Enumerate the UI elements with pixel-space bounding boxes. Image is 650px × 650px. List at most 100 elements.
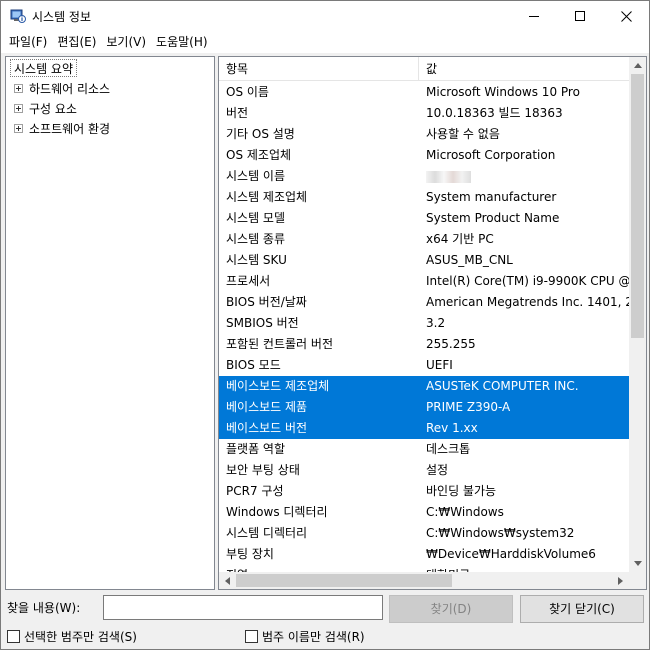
table-row[interactable]: 프로세서 Intel(R) Core(TM) i9-9900K CPU @ — [219, 271, 629, 292]
close-button[interactable] — [603, 1, 649, 31]
row-item-value: x64 기반 PC — [426, 232, 494, 246]
table-row[interactable]: 포함된 컨트롤러 버전 255.255 — [219, 334, 629, 355]
row-item-label: 베이스보드 제품 — [226, 400, 308, 414]
table-row[interactable]: 부팅 장치 ₩Device₩HarddiskVolume6 — [219, 544, 629, 565]
table-row[interactable]: 지역 대한민국 — [219, 565, 629, 572]
checkbox-label: 선택한 범주만 검색(S) — [24, 630, 137, 644]
tree-item-label: 구성 요소 — [29, 101, 77, 116]
row-item-value: ASUS_MB_CNL — [426, 253, 513, 267]
table-row[interactable]: 시스템 모델 System Product Name — [219, 208, 629, 229]
minimize-icon — [529, 16, 539, 17]
category-tree[interactable]: 시스템 요약 하드웨어 리소스 구성 요소 소프트웨어 환경 — [5, 56, 215, 590]
table-row[interactable]: 베이스보드 버전 Rev 1.xx — [219, 418, 629, 439]
expand-icon[interactable] — [14, 103, 23, 113]
tree-item-label: 하드웨어 리소스 — [29, 81, 111, 96]
table-row[interactable]: 베이스보드 제품 PRIME Z390-A — [219, 397, 629, 418]
scroll-left-arrow[interactable] — [219, 572, 236, 589]
tree-item-label: 소프트웨어 환경 — [29, 121, 111, 136]
row-item-value: American Megatrends Inc. 1401, 2 — [426, 295, 629, 309]
tree-item-hardware-resources[interactable]: 하드웨어 리소스 — [14, 79, 110, 97]
table-row[interactable]: 플랫폼 역할 데스크톱 — [219, 439, 629, 460]
system-info-icon — [10, 8, 26, 24]
table-row[interactable]: 시스템 제조업체 System manufacturer — [219, 187, 629, 208]
vertical-scrollbar[interactable] — [629, 57, 646, 572]
table-row[interactable]: 보안 부팅 상태 설정 — [219, 460, 629, 481]
tree-item-components[interactable]: 구성 요소 — [14, 99, 77, 117]
chevron-left-icon — [225, 576, 230, 585]
row-item-value: Rev 1.xx — [426, 421, 478, 435]
row-item-label: 시스템 이름 — [226, 169, 286, 183]
row-item-label: 보안 부팅 상태 — [226, 463, 300, 477]
row-item-label: OS 이름 — [226, 85, 269, 99]
row-item-label: 시스템 제조업체 — [226, 190, 308, 204]
menu-bar: 파일(F) 편집(E) 보기(V) 도움말(H) — [1, 31, 649, 53]
expand-icon[interactable] — [14, 83, 23, 93]
table-row[interactable]: SMBIOS 버전 3.2 — [219, 313, 629, 334]
table-row[interactable]: PCR7 구성 바인딩 불가능 — [219, 481, 629, 502]
row-item-label: 프로세서 — [226, 274, 271, 288]
system-info-window: 시스템 정보 파일(F) 편집(E) 보기(V) 도움말(H) 시스템 요약 하… — [0, 0, 650, 650]
table-row[interactable]: 베이스보드 제조업체 ASUSTeK COMPUTER INC. — [219, 376, 629, 397]
row-item-label: 부팅 장치 — [226, 547, 274, 561]
row-item-label: 시스템 디렉터리 — [226, 526, 308, 540]
scroll-up-arrow[interactable] — [629, 57, 646, 74]
menu-view[interactable]: 보기(V) — [101, 32, 151, 52]
menu-help[interactable]: 도움말(H) — [151, 32, 213, 52]
row-item-label: 시스템 모델 — [226, 211, 286, 225]
tree-item-system-summary[interactable]: 시스템 요약 — [10, 59, 78, 77]
chevron-right-icon — [618, 576, 623, 585]
table-row[interactable]: 버전 10.0.18363 빌드 18363 — [219, 103, 629, 124]
title-bar: 시스템 정보 — [1, 1, 649, 31]
row-item-value: ₩Device₩HarddiskVolume6 — [426, 547, 596, 561]
find-input[interactable] — [103, 595, 383, 620]
row-item-value: 바인딩 불가능 — [426, 484, 497, 498]
row-item-value: System Product Name — [426, 211, 560, 225]
list-rows: OS 이름 Microsoft Windows 10 Pro 버전 10.0.1836… — [219, 82, 629, 572]
close-find-button[interactable]: 찾기 닫기(C) — [520, 595, 644, 623]
row-item-label: 플랫폼 역할 — [226, 442, 286, 456]
vertical-scroll-thumb[interactable] — [631, 74, 644, 338]
column-header-item[interactable]: 항목 — [219, 57, 419, 81]
row-item-value — [426, 166, 629, 187]
row-item-label: 시스템 SKU — [226, 253, 287, 267]
search-category-names-checkbox[interactable]: 범주 이름만 검색(R) — [245, 628, 365, 645]
table-row[interactable]: BIOS 모드 UEFI — [219, 355, 629, 376]
row-item-label: SMBIOS 버전 — [226, 316, 299, 330]
table-row[interactable]: 시스템 이름 — [219, 166, 629, 187]
window-title: 시스템 정보 — [32, 10, 92, 24]
checkbox-label: 범주 이름만 검색(R) — [262, 630, 365, 644]
row-item-value: UEFI — [426, 358, 453, 372]
row-item-value: PRIME Z390-A — [426, 400, 511, 414]
checkbox-box[interactable] — [245, 630, 258, 643]
row-item-label: 지역 — [226, 565, 416, 572]
table-row[interactable]: 시스템 디렉터리 C:₩Windows₩system32 — [219, 523, 629, 544]
checkbox-box[interactable] — [7, 630, 20, 643]
table-row[interactable]: OS 이름 Microsoft Windows 10 Pro — [219, 82, 629, 103]
find-button[interactable]: 찾기(D) — [389, 595, 513, 623]
table-row[interactable]: Windows 디렉터리 C:₩Windows — [219, 502, 629, 523]
search-selected-category-checkbox[interactable]: 선택한 범주만 검색(S) — [7, 628, 137, 645]
table-row[interactable]: 기타 OS 설명 사용할 수 없음 — [219, 124, 629, 145]
details-list[interactable]: 항목 값 OS 이름 Microsoft Windows 10 Pro 버전 10.0… — [218, 56, 647, 590]
column-header-value[interactable]: 값 — [419, 57, 629, 81]
tree-item-software-environment[interactable]: 소프트웨어 환경 — [14, 119, 110, 137]
scroll-right-arrow[interactable] — [612, 572, 629, 589]
horizontal-scrollbar[interactable] — [219, 572, 629, 589]
menu-file[interactable]: 파일(F) — [4, 32, 52, 52]
table-row[interactable]: 시스템 SKU ASUS_MB_CNL — [219, 250, 629, 271]
maximize-button[interactable] — [557, 1, 603, 31]
expand-icon[interactable] — [14, 123, 23, 133]
table-row[interactable]: BIOS 버전/날짜 American Megatrends Inc. 1401,… — [219, 292, 629, 313]
table-row[interactable]: OS 제조업체 Microsoft Corporation — [219, 145, 629, 166]
table-row[interactable]: 시스템 종류 x64 기반 PC — [219, 229, 629, 250]
row-item-value: C:₩Windows₩system32 — [426, 526, 575, 540]
horizontal-scroll-thumb[interactable] — [236, 574, 452, 587]
row-item-label: Windows 디렉터리 — [226, 505, 328, 519]
minimize-button[interactable] — [511, 1, 557, 31]
row-item-value: C:₩Windows — [426, 505, 504, 519]
row-item-label: PCR7 구성 — [226, 484, 284, 498]
row-item-value: 대한민국 — [426, 565, 629, 572]
redacted-value — [426, 170, 471, 183]
scroll-down-arrow[interactable] — [629, 555, 646, 572]
menu-edit[interactable]: 편집(E) — [52, 32, 101, 52]
